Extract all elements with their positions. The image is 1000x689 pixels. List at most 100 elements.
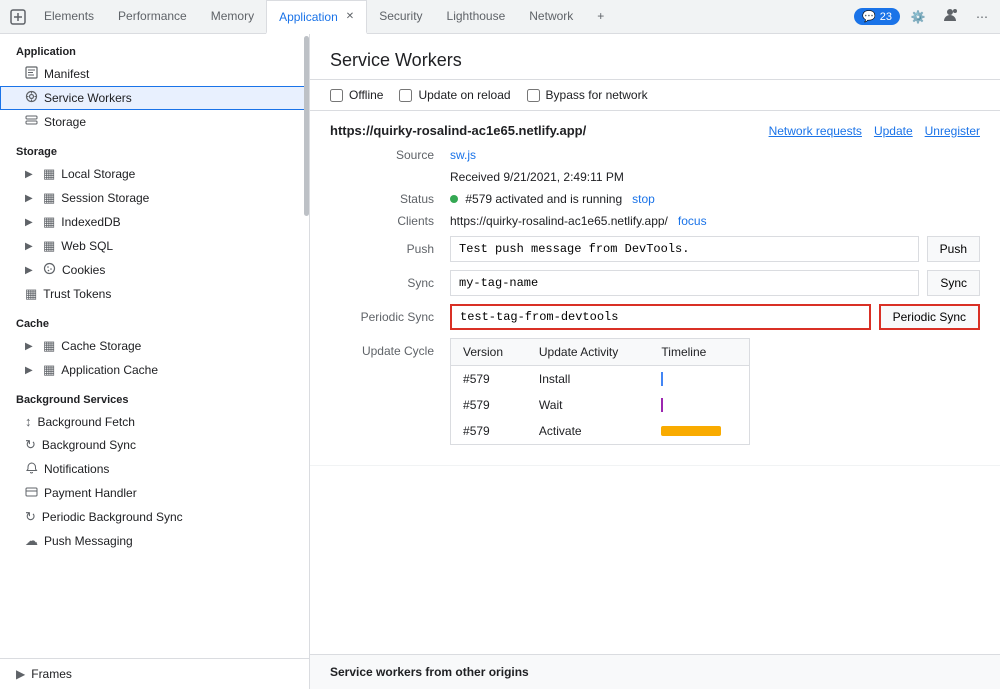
tab-bar: Elements Performance Memory Application … [0,0,1000,34]
timeline-orange-bar [661,426,721,436]
tab-application-close-icon[interactable]: ✕ [346,11,354,22]
timeline-bar-install [661,372,737,386]
sidebar-item-manifest[interactable]: Manifest [0,62,309,86]
sidebar-item-push-messaging[interactable]: ☁ Push Messaging [0,529,309,553]
push-input[interactable] [450,236,919,262]
tab-elements-label: Elements [44,9,94,23]
sidebar-item-service-workers-label: Service Workers [44,91,132,105]
source-label: Source [330,148,450,162]
tab-performance[interactable]: Performance [106,0,199,34]
bypass-for-network-checkbox-label[interactable]: Bypass for network [527,88,648,102]
tab-application[interactable]: Application ✕ [266,0,367,34]
sidebar-item-trust-tokens[interactable]: ▦ Trust Tokens [0,282,309,306]
settings-button[interactable]: ⚙️ [904,3,932,31]
tab-performance-label: Performance [118,9,187,23]
unregister-link[interactable]: Unregister [925,124,980,138]
sw-push-row: Push Push [330,236,980,262]
sidebar-item-storage-main[interactable]: Storage [0,110,309,134]
sync-button[interactable]: Sync [927,270,980,296]
update-on-reload-checkbox-label[interactable]: Update on reload [399,88,510,102]
periodic-sync-button[interactable]: Periodic Sync [879,304,980,330]
sw-url: https://quirky-rosalind-ac1e65.netlify.a… [330,123,586,138]
sidebar-item-push-messaging-label: Push Messaging [44,534,133,548]
sidebar-item-background-sync[interactable]: ↻ Background Sync [0,433,309,457]
offline-checkbox-label[interactable]: Offline [330,88,383,102]
network-requests-link[interactable]: Network requests [769,124,862,138]
timeline-activate [649,418,749,444]
indexeddb-icon: ▦ [43,214,55,230]
tab-bar-left: Elements Performance Memory Application … [4,0,616,34]
tab-elements[interactable]: Elements [32,0,106,34]
sidebar-item-app-cache[interactable]: ▶ ▦ Application Cache [0,358,309,382]
manifest-icon [25,66,38,82]
sidebar-item-cookies[interactable]: ▶ Cookies [0,258,309,282]
indexeddb-expand-icon[interactable]: ▶ [25,217,37,228]
sidebar: Application Manifest Service Workers [0,34,310,689]
offline-checkbox[interactable] [330,89,343,102]
sidebar-item-web-sql[interactable]: ▶ ▦ Web SQL [0,234,309,258]
push-messaging-icon: ☁ [25,533,38,549]
session-storage-expand-icon[interactable]: ▶ [25,193,37,204]
sync-input[interactable] [450,270,919,296]
sw-clients-row: Clients https://quirky-rosalind-ac1e65.n… [330,214,980,228]
content-footer: Service workers from other origins [310,654,1000,689]
sidebar-section-cache: Cache [0,306,309,334]
sidebar-item-payment-handler[interactable]: Payment Handler [0,481,309,505]
cookies-expand-icon[interactable]: ▶ [25,265,37,276]
main-area: Application Manifest Service Workers [0,34,1000,689]
sidebar-item-background-fetch[interactable]: ↕ Background Fetch [0,410,309,433]
more-button[interactable]: ⋯ [968,3,996,31]
sidebar-item-session-storage[interactable]: ▶ ▦ Session Storage [0,186,309,210]
tab-add[interactable]: + [585,0,616,34]
sw-status-row: Status #579 activated and is running sto… [330,192,980,206]
frames-label: Frames [31,667,72,681]
version-activate: #579 [451,418,527,444]
local-storage-expand-icon[interactable]: ▶ [25,169,37,180]
people-button[interactable] [936,3,964,31]
version-hash-icon: # [463,372,470,386]
update-cycle-row-wait: #579 Wait [451,392,749,418]
periodic-background-sync-icon: ↻ [25,509,36,525]
bypass-for-network-checkbox[interactable] [527,89,540,102]
sidebar-item-notifications[interactable]: Notifications [0,457,309,481]
issues-badge[interactable]: 💬 23 [854,8,900,25]
update-cycle-label: Update Cycle [330,338,450,358]
cache-storage-expand-icon[interactable]: ▶ [25,341,37,352]
more-icon: ⋯ [976,10,988,24]
tab-security[interactable]: Security [367,0,434,34]
payment-handler-icon [25,485,38,501]
storage-icon [25,114,38,130]
sidebar-item-manifest-label: Manifest [44,67,89,81]
sidebar-item-service-workers[interactable]: Service Workers [0,86,309,110]
periodic-sync-label: Periodic Sync [330,310,450,324]
focus-link[interactable]: focus [678,214,707,228]
update-cycle-header-row: Version Update Activity Timeline [451,339,749,366]
issues-icon: 💬 [862,10,876,23]
push-button[interactable]: Push [927,236,980,262]
sidebar-item-indexeddb[interactable]: ▶ ▦ IndexedDB [0,210,309,234]
tab-memory-label: Memory [211,9,254,23]
update-link[interactable]: Update [874,124,913,138]
update-on-reload-checkbox[interactable] [399,89,412,102]
background-sync-icon: ↻ [25,437,36,453]
version-num-wait: 579 [470,398,490,412]
sidebar-scrollbar[interactable] [303,34,309,689]
timeline-bar-wait [661,398,737,412]
app-cache-expand-icon[interactable]: ▶ [25,365,37,376]
push-label: Push [330,242,450,256]
stop-link[interactable]: stop [632,192,655,206]
tab-network[interactable]: Network [517,0,585,34]
sidebar-item-cache-storage[interactable]: ▶ ▦ Cache Storage [0,334,309,358]
source-link[interactable]: sw.js [450,148,476,162]
sidebar-item-local-storage[interactable]: ▶ ▦ Local Storage [0,162,309,186]
frames-item[interactable]: ▶ Frames [16,667,293,681]
web-sql-expand-icon[interactable]: ▶ [25,241,37,252]
timeline-install [649,366,749,393]
tab-lighthouse[interactable]: Lighthouse [435,0,518,34]
sidebar-item-cache-storage-label: Cache Storage [61,339,141,353]
tab-memory[interactable]: Memory [199,0,266,34]
sidebar-item-periodic-background-sync[interactable]: ↻ Periodic Background Sync [0,505,309,529]
settings-icon: ⚙️ [911,10,926,24]
periodic-sync-input[interactable] [450,304,871,330]
sw-source-row: Source sw.js [330,148,980,162]
